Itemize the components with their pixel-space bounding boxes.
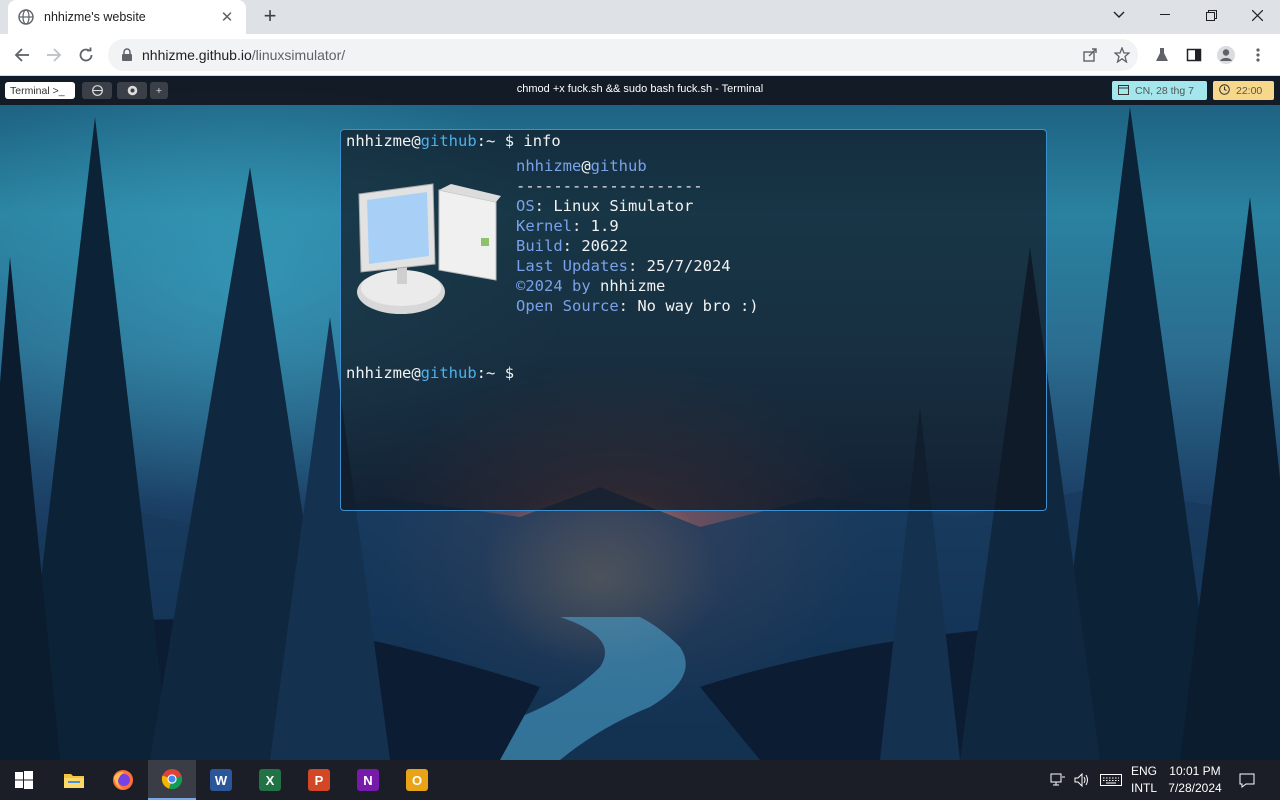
window-title: chmod +x fuck.sh && sudo bash fuck.sh - … xyxy=(516,83,764,95)
info-updates: Last Updates: 25/7/2024 xyxy=(516,257,731,275)
browser-tab-strip: nhhizme's website ✕ + xyxy=(0,0,1280,34)
lock-icon[interactable] xyxy=(120,48,134,62)
simulator-top-bar: Terminal >_ + chmod +x fuck.sh && sudo b… xyxy=(0,77,1280,105)
forward-button[interactable] xyxy=(42,43,66,67)
firefox-icon[interactable] xyxy=(99,760,147,800)
globe-icon xyxy=(91,85,103,96)
windows-taskbar: W X P N O ENG INTL 10:01 PM 7/28/2024 xyxy=(0,760,1280,800)
info-copyright: ©2024 by nhhizme xyxy=(516,277,666,295)
tab-title: nhhizme's website xyxy=(44,10,146,24)
browser-tab[interactable]: nhhizme's website ✕ xyxy=(8,0,246,34)
url-host: nhhizme.github.io xyxy=(142,47,252,63)
chrome-icon[interactable] xyxy=(148,760,196,800)
minimize-button[interactable] xyxy=(1142,0,1188,30)
onenote-icon[interactable]: N xyxy=(344,760,392,800)
keyboard-icon[interactable] xyxy=(1097,760,1125,800)
prompt-line-2: nhhizme@github:~ $ xyxy=(346,364,515,382)
add-app-tab-button[interactable]: + xyxy=(150,82,168,99)
info-divider: -------------------- xyxy=(516,177,703,195)
chrome-icon xyxy=(127,85,137,96)
language-indicator[interactable]: ENG INTL xyxy=(1127,760,1161,800)
notification-icon[interactable] xyxy=(1232,760,1262,800)
bookmark-star-icon[interactable] xyxy=(1108,39,1136,71)
extensions-flask-icon[interactable] xyxy=(1150,43,1174,67)
side-panel-icon[interactable] xyxy=(1182,43,1206,67)
linux-simulator-page: Terminal >_ + chmod +x fuck.sh && sudo b… xyxy=(0,77,1280,760)
chrome-app-tab[interactable] xyxy=(117,82,147,99)
info-open-source: Open Source: No way bro :) xyxy=(516,297,759,315)
reload-button[interactable] xyxy=(74,43,98,67)
browser-toolbar: nhhizme.github.io/linuxsimulator/ xyxy=(0,34,1280,76)
file-explorer-icon[interactable] xyxy=(50,760,98,800)
globe-icon xyxy=(18,9,34,25)
profile-avatar-icon[interactable] xyxy=(1214,43,1238,67)
terminal-window[interactable]: nhhizme@github:~ $ info nhhizme@github -… xyxy=(340,129,1047,511)
back-button[interactable] xyxy=(10,43,34,67)
info-build: Build: 20622 xyxy=(516,237,629,255)
word-icon[interactable]: W xyxy=(197,760,245,800)
taskbar-clock[interactable]: 10:01 PM 7/28/2024 xyxy=(1163,760,1227,800)
share-icon[interactable] xyxy=(1076,39,1104,71)
prompt-line-1: nhhizme@github:~ $ info xyxy=(346,132,561,150)
new-tab-button[interactable]: + xyxy=(259,5,281,28)
time-chip: 22:00 xyxy=(1213,81,1274,100)
browser-app-tab[interactable] xyxy=(82,82,112,99)
powerpoint-icon[interactable]: P xyxy=(295,760,343,800)
info-kernel: Kernel: 1.9 xyxy=(516,217,619,235)
volume-icon[interactable] xyxy=(1071,760,1093,800)
clock-icon xyxy=(1219,83,1230,98)
command-text: info xyxy=(523,132,561,150)
url-path: /linuxsimulator/ xyxy=(251,47,346,63)
chrome-menu-icon[interactable] xyxy=(1246,43,1270,67)
address-bar[interactable]: nhhizme.github.io/linuxsimulator/ xyxy=(108,39,1138,71)
terminal-tab[interactable]: Terminal >_ xyxy=(5,82,75,99)
excel-icon[interactable]: X xyxy=(246,760,294,800)
close-window-button[interactable] xyxy=(1234,0,1280,30)
tab-search-chevron-icon[interactable] xyxy=(1096,0,1142,30)
info-os: OS: Linux Simulator xyxy=(516,197,694,215)
outlook-icon[interactable]: O xyxy=(393,760,441,800)
info-header: nhhizme@github xyxy=(516,157,647,175)
network-icon[interactable] xyxy=(1046,760,1070,800)
computer-icon xyxy=(357,183,501,314)
restore-button[interactable] xyxy=(1188,0,1234,30)
tab-close-icon[interactable]: ✕ xyxy=(218,8,236,26)
calendar-icon xyxy=(1118,84,1129,98)
date-chip: CN, 28 thg 7 xyxy=(1112,81,1207,100)
start-icon[interactable] xyxy=(0,760,48,800)
